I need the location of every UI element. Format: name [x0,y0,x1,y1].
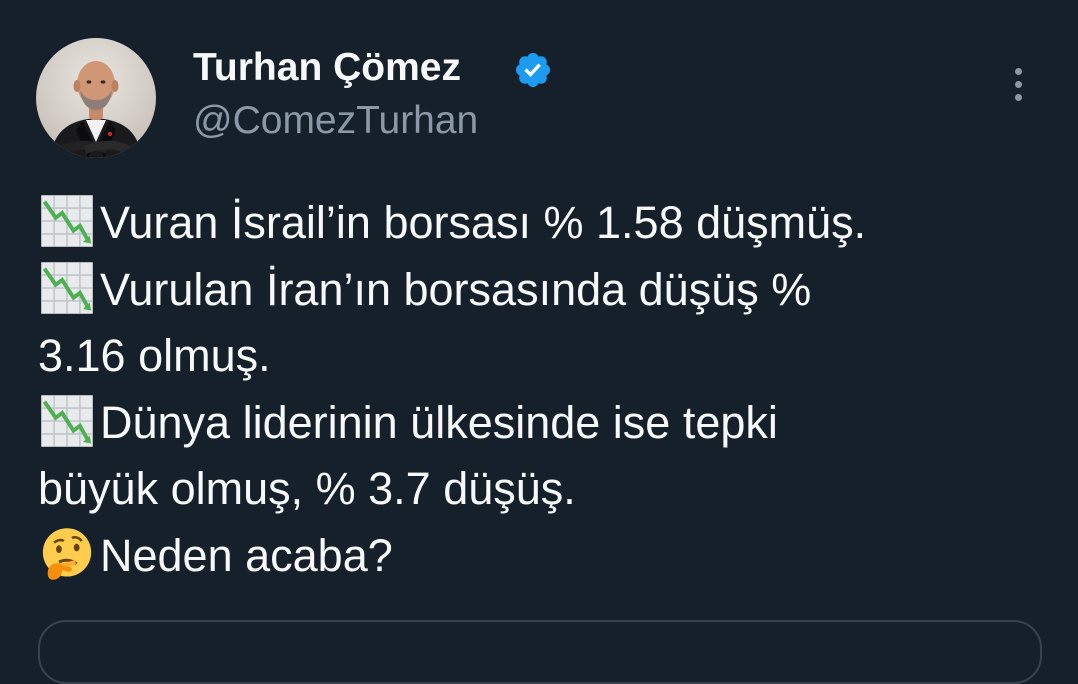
tweet-line-text: 3.16 olmuş. [38,330,271,381]
tweet-line: Vurulan İran’ın borsasında düşüş % [38,257,1058,324]
tweet-line-text: Vurulan İran’ın borsasında düşüş % [100,263,812,315]
tweet: Turhan Çömez @ComezTurhan Vuran İsrail’i… [0,0,1078,684]
avatar[interactable] [36,38,156,158]
tweet-line-text: Dünya liderinin ülkesinde ise tepki [100,396,778,448]
user-handle[interactable]: @ComezTurhan [193,99,478,143]
tweet-text: Vuran İsrail’in borsası % 1.58 düşmüş. V… [38,190,1058,589]
reply-box-edge [38,620,1042,684]
tweet-line-text: büyük olmuş, % 3.7 düşüş. [38,463,576,514]
chart-decreasing-icon [41,261,93,314]
three-dots-vertical-icon[interactable] [1006,68,1030,108]
tweet-line: 3.16 olmuş. [38,323,1058,390]
tweet-line-text: Neden acaba? [100,529,393,581]
thinking-face-icon [42,527,92,580]
tweet-line: Vuran İsrail’in borsası % 1.58 düşmüş. [38,190,1058,257]
profile-photo-icon [50,61,142,158]
tweet-line: Dünya liderinin ülkesinde ise tepki [38,390,1058,457]
tweet-line: büyük olmuş, % 3.7 düşüş. [38,456,1058,523]
verified-badge-icon [515,52,551,88]
chart-decreasing-icon [41,394,93,447]
tweet-line-text: Vuran İsrail’in borsası % 1.58 düşmüş. [100,197,867,248]
chart-decreasing-icon [41,195,93,247]
tweet-line: Neden acaba? [38,523,1058,590]
display-name[interactable]: Turhan Çömez [193,46,461,90]
